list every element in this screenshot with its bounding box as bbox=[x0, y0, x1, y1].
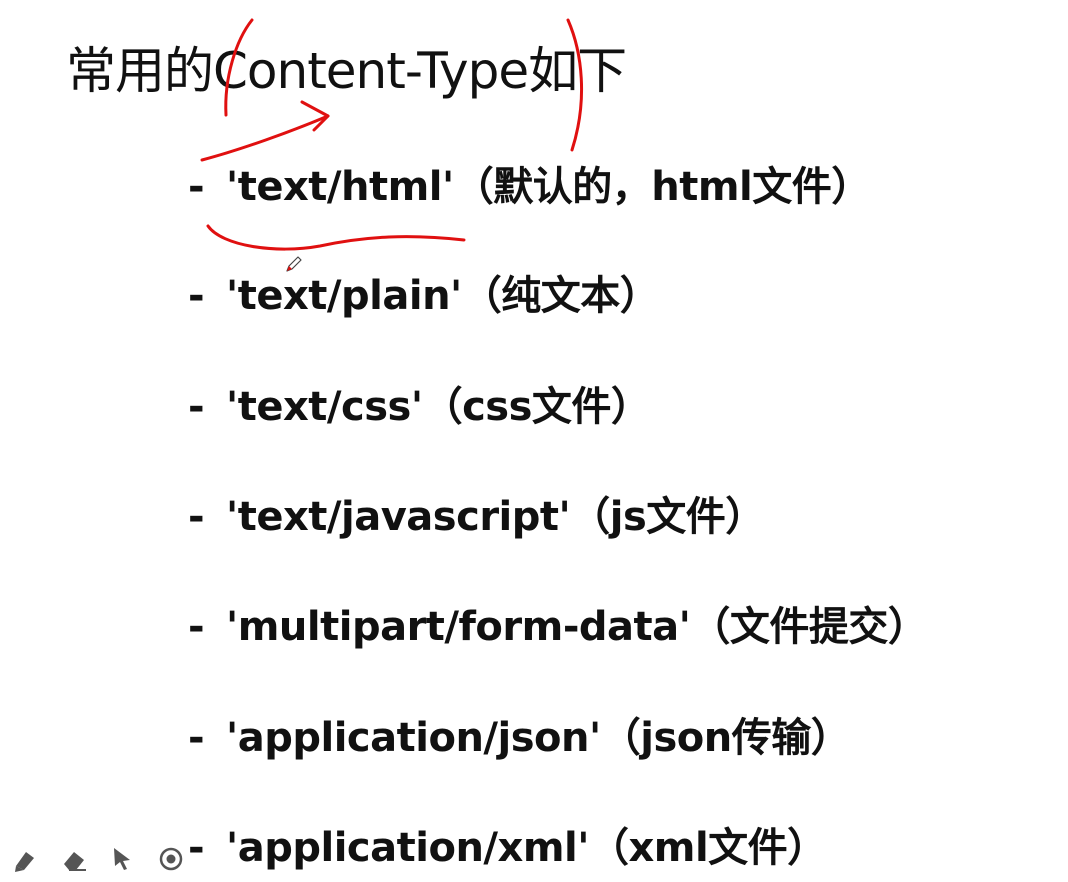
list-item: -'application/xml'（xml文件） bbox=[188, 818, 827, 878]
bullet-dash: - bbox=[188, 604, 205, 650]
list-item: -'multipart/form-data'（文件提交） bbox=[188, 597, 928, 657]
list-item-text: 'multipart/form-data'（文件提交） bbox=[226, 604, 928, 650]
list-item: -'text/javascript'（js文件） bbox=[188, 487, 765, 547]
list-item-text: 'text/plain'（纯文本） bbox=[226, 273, 660, 319]
bullet-dash: - bbox=[188, 384, 205, 430]
bullet-dash: - bbox=[188, 273, 205, 319]
target-icon[interactable] bbox=[156, 844, 186, 874]
content-type-list: -'text/html'（默认的，html文件） -'text/plain'（纯… bbox=[0, 0, 1068, 882]
bullet-dash: - bbox=[188, 164, 205, 210]
list-item: -'text/html'（默认的，html文件） bbox=[188, 157, 871, 217]
list-item-text: 'text/html'（默认的，html文件） bbox=[226, 164, 871, 210]
slide: 常用的Content-Type如下 -'text/html'（默认的，html文… bbox=[0, 0, 1068, 882]
eraser-icon[interactable] bbox=[60, 844, 90, 874]
bullet-dash: - bbox=[188, 715, 205, 761]
bullet-dash: - bbox=[188, 494, 205, 540]
bullet-dash: - bbox=[188, 825, 205, 871]
list-item: -'text/plain'（纯文本） bbox=[188, 266, 660, 326]
list-item-text: 'text/css'（css文件） bbox=[226, 384, 651, 430]
list-item: -'text/css'（css文件） bbox=[188, 377, 651, 437]
pen-cursor-icon bbox=[284, 254, 304, 274]
pointer-icon[interactable] bbox=[108, 844, 138, 874]
list-item-text: 'application/xml'（xml文件） bbox=[226, 825, 827, 871]
list-item-text: 'application/json'（json传输） bbox=[226, 715, 851, 761]
list-item: -'application/json'（json传输） bbox=[188, 708, 851, 768]
list-item-text: 'text/javascript'（js文件） bbox=[226, 494, 765, 540]
pen-icon[interactable] bbox=[12, 844, 42, 874]
annotation-toolbar bbox=[12, 844, 192, 878]
